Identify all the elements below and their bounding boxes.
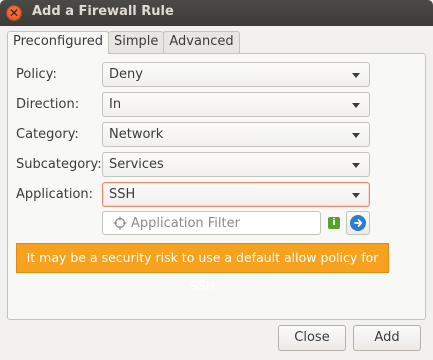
subcategory-value: Services — [109, 157, 164, 172]
application-select[interactable]: SSH — [102, 182, 370, 207]
application-value: SSH — [109, 187, 136, 202]
category-label: Category: — [16, 127, 79, 142]
tab-advanced[interactable]: Advanced — [163, 31, 240, 53]
direction-value: In — [109, 97, 122, 112]
window-close-button[interactable]: ✕ — [6, 5, 22, 21]
subcategory-select[interactable]: Services — [102, 152, 370, 177]
category-select[interactable]: Network — [102, 122, 370, 147]
tab-preconfigured[interactable]: Preconfigured — [7, 31, 109, 54]
info-icon[interactable]: i — [328, 217, 340, 229]
direction-label: Direction: — [16, 97, 80, 112]
application-filter-field[interactable] — [102, 211, 321, 235]
policy-select[interactable]: Deny — [102, 62, 370, 87]
application-filter-input[interactable] — [131, 214, 317, 232]
crosshair-icon — [113, 216, 127, 230]
arrow-right-icon — [350, 215, 366, 231]
direction-select[interactable]: In — [102, 92, 370, 117]
title-bar: ✕ Add a Firewall Rule — [0, 0, 433, 26]
policy-label: Policy: — [16, 67, 57, 82]
chevron-down-icon — [352, 163, 360, 168]
chevron-down-icon — [352, 73, 360, 78]
apply-filter-button[interactable] — [346, 211, 370, 235]
close-icon: ✕ — [8, 6, 20, 20]
chevron-down-icon — [352, 133, 360, 138]
add-button[interactable]: Add — [353, 325, 421, 351]
application-label: Application: — [16, 187, 94, 202]
policy-value: Deny — [109, 67, 143, 82]
window-title: Add a Firewall Rule — [32, 4, 174, 19]
close-button[interactable]: Close — [278, 325, 346, 351]
tab-simple[interactable]: Simple — [108, 31, 165, 53]
chevron-down-icon — [352, 103, 360, 108]
chevron-down-icon — [352, 193, 360, 198]
security-warning-banner: It may be a security risk to use a defau… — [16, 243, 389, 293]
category-value: Network — [109, 127, 164, 142]
tab-bar: Preconfigured Simple Advanced — [7, 31, 240, 54]
subcategory-label: Subcategory: — [16, 157, 102, 172]
